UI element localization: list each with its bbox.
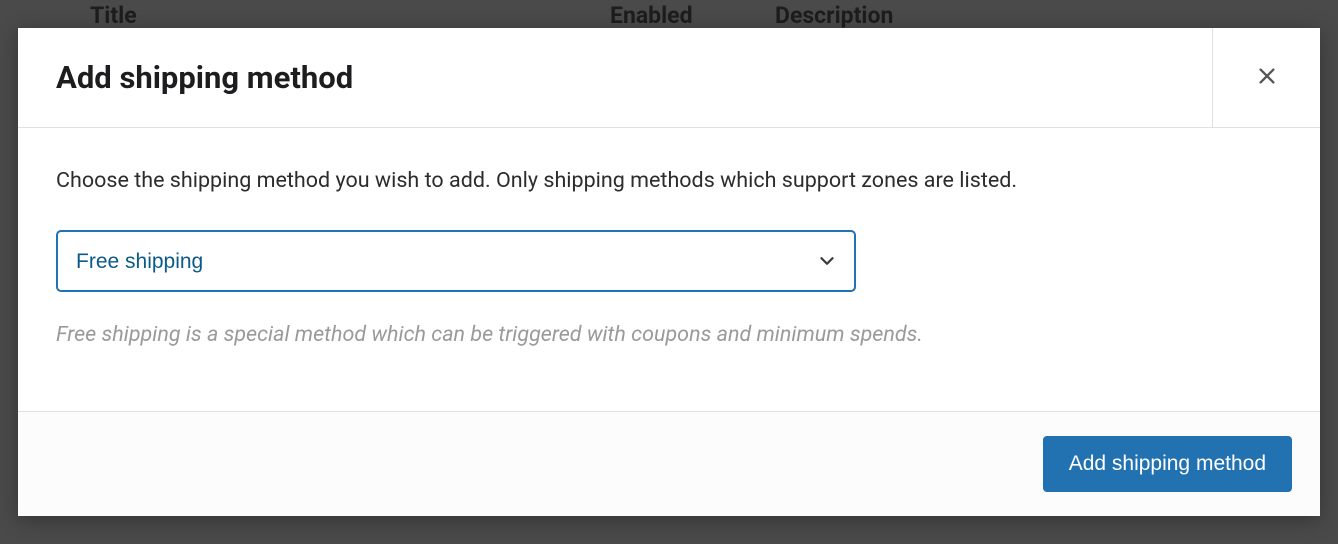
method-help-text: Free shipping is a special method which … [56,320,1282,350]
bg-column-title: Title [90,2,610,29]
bg-column-enabled: Enabled [610,2,775,29]
modal-title: Add shipping method [18,59,353,96]
bg-column-description: Description [775,2,1248,29]
shipping-method-select-wrapper: Free shipping [56,230,856,292]
modal-header: Add shipping method [18,28,1320,128]
modal-body: Choose the shipping method you wish to a… [18,128,1320,411]
add-shipping-method-button[interactable]: Add shipping method [1043,436,1292,492]
background-table-header: Title Enabled Description [0,0,1338,29]
add-shipping-method-modal: Add shipping method Choose the shipping … [18,28,1320,516]
modal-description: Choose the shipping method you wish to a… [56,166,1282,196]
shipping-method-select[interactable]: Free shipping [56,230,856,292]
close-button[interactable] [1212,28,1320,127]
close-icon [1256,65,1278,90]
modal-footer: Add shipping method [18,411,1320,516]
